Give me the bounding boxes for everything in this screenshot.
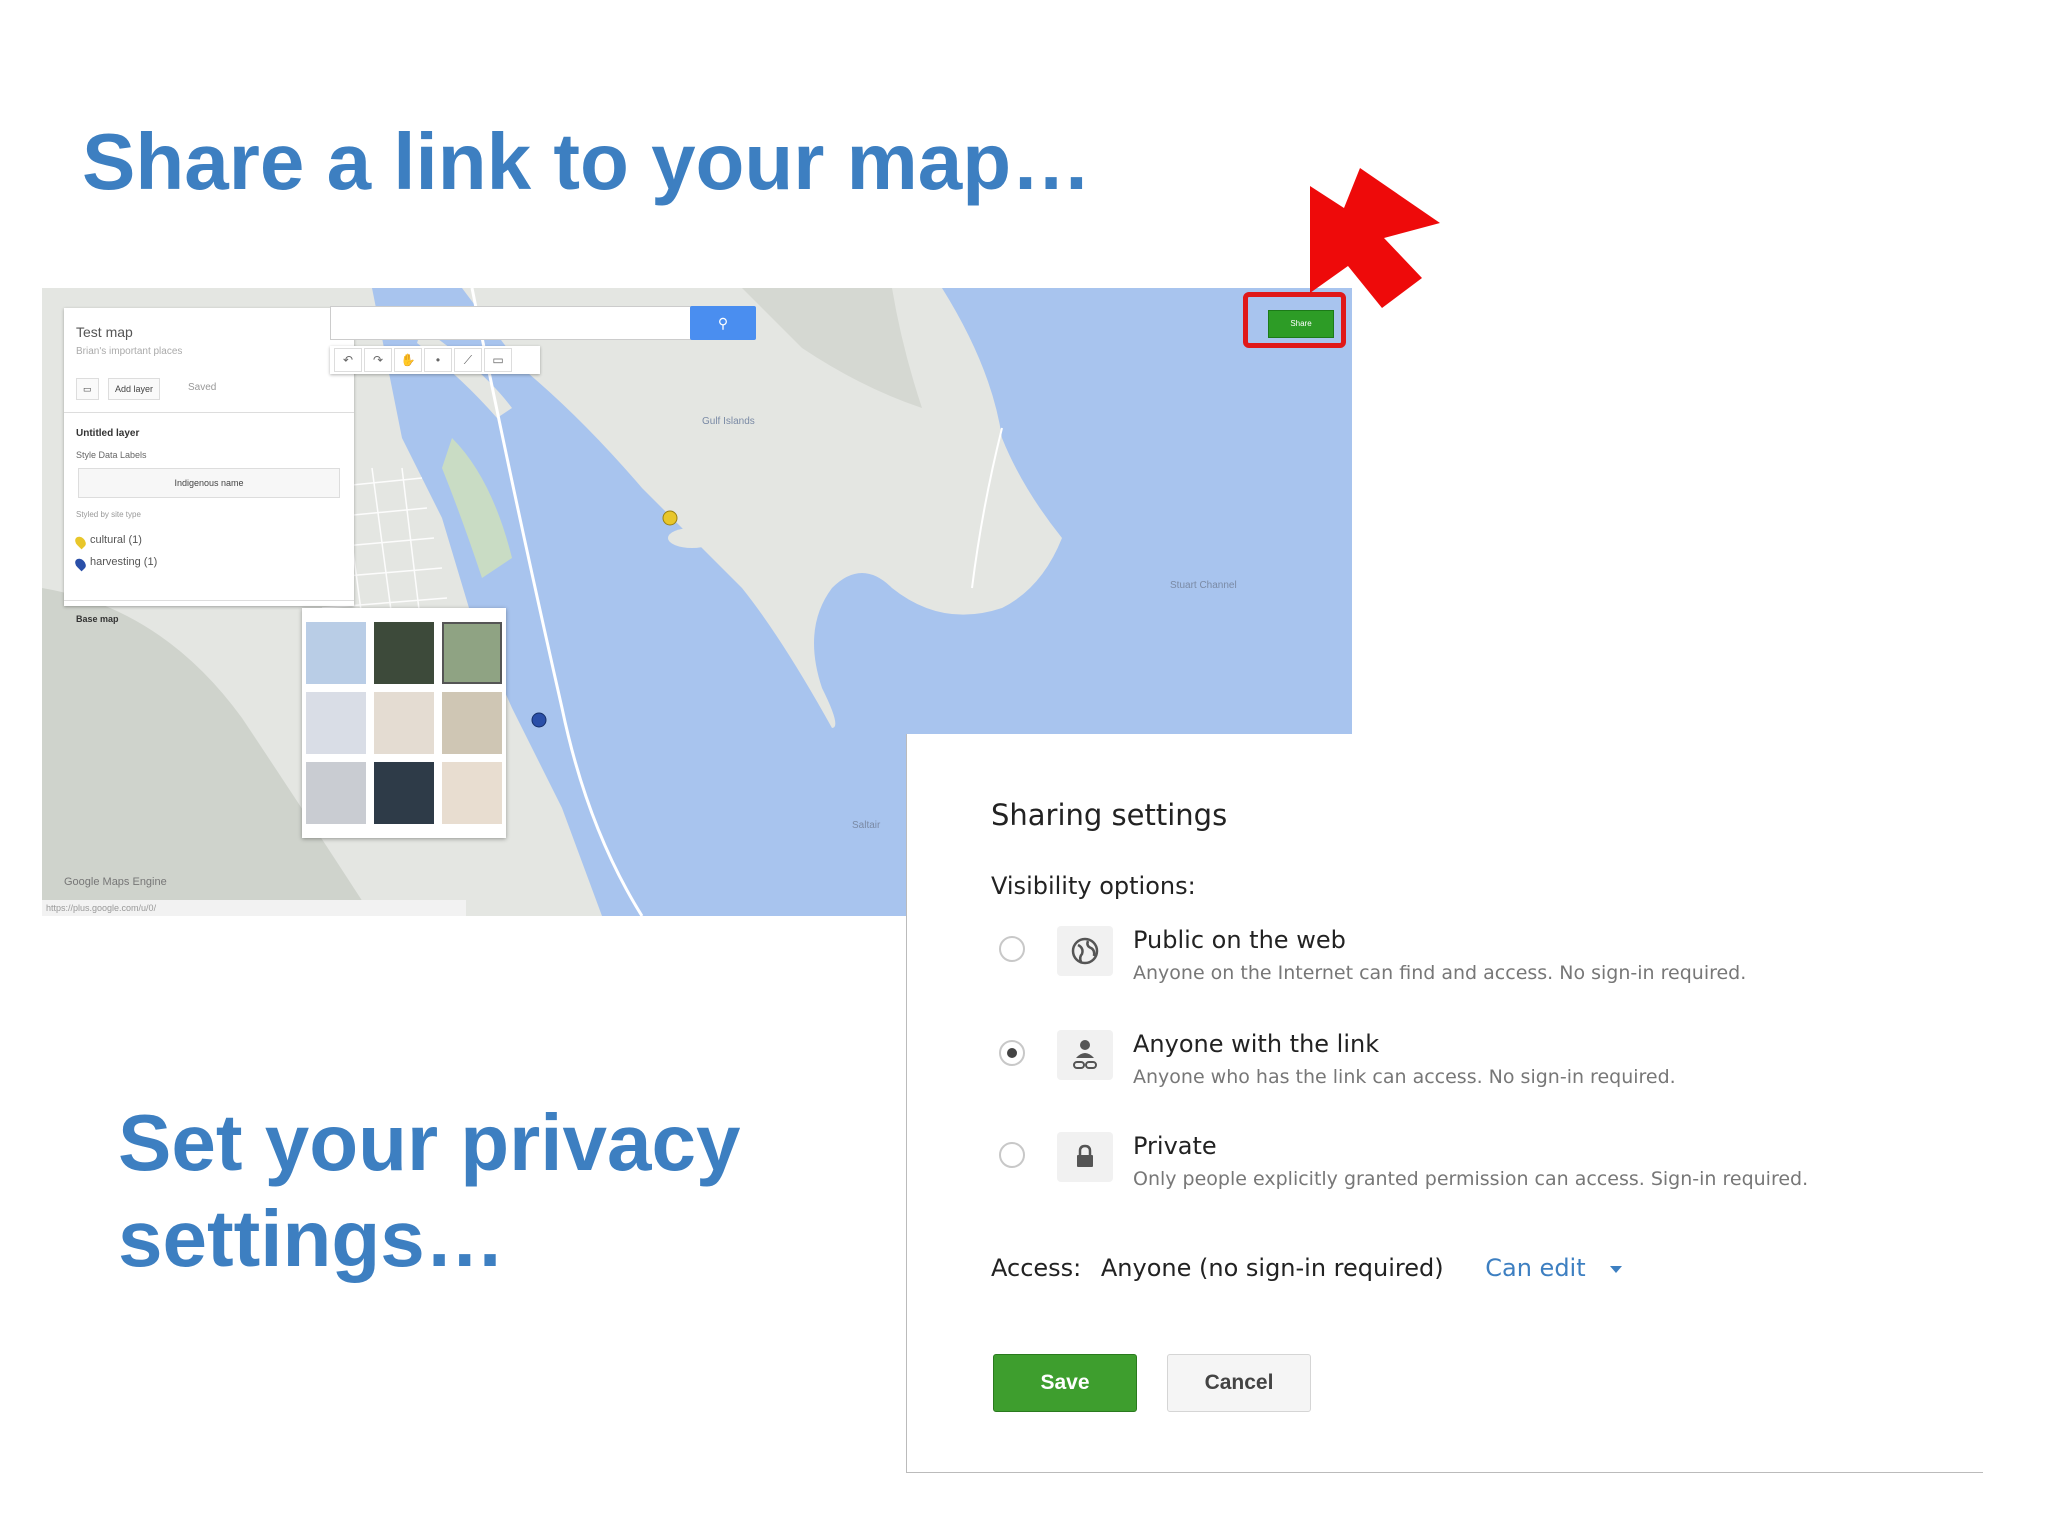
- option-private[interactable]: Private Only people explicitly granted p…: [907, 1132, 1983, 1212]
- basemap-thumb[interactable]: [374, 762, 434, 824]
- status-url: https://plus.google.com/u/0/: [42, 900, 466, 916]
- layer-name[interactable]: Untitled layer: [76, 428, 139, 439]
- marker-icon[interactable]: •: [424, 348, 452, 372]
- undo-icon[interactable]: ↶: [334, 348, 362, 372]
- dialog-title: Sharing settings: [991, 798, 1228, 832]
- folder-icon[interactable]: ▭: [76, 378, 99, 400]
- ruler-icon[interactable]: ▭: [484, 348, 512, 372]
- radio-anyone-with-link[interactable]: [999, 1040, 1025, 1066]
- divider: [64, 412, 354, 413]
- access-value: Anyone (no sign-in required): [1100, 1254, 1444, 1282]
- map-search-input[interactable]: [330, 306, 692, 340]
- option-label: Anyone with the link: [1133, 1030, 1380, 1058]
- sharing-settings-dialog: Sharing settings Visibility options: Pub…: [906, 734, 1983, 1473]
- globe-icon: [1057, 926, 1113, 976]
- save-button[interactable]: Save: [993, 1354, 1137, 1412]
- divider: [64, 600, 354, 601]
- slide-title-privacy: Set your privacy settings…: [118, 1098, 741, 1283]
- basemap-thumb[interactable]: [442, 692, 502, 754]
- layer-tabs[interactable]: Style Data Labels: [76, 450, 147, 460]
- basemap-thumb[interactable]: [442, 622, 502, 684]
- red-arrow-icon: [1310, 168, 1440, 308]
- legend-item[interactable]: cultural (1): [90, 534, 142, 546]
- search-icon[interactable]: ⚲: [690, 306, 756, 340]
- map-description[interactable]: Brian's important places: [76, 346, 182, 357]
- map-title[interactable]: Test map: [76, 324, 133, 340]
- permission-value: Can edit: [1485, 1254, 1586, 1282]
- slide-title-share: Share a link to your map…: [82, 117, 1092, 206]
- option-label: Public on the web: [1133, 926, 1346, 954]
- map-toolbar: ↶ ↷ ✋ • ⟋ ▭: [330, 346, 540, 374]
- legend-item[interactable]: harvesting (1): [90, 556, 157, 568]
- map-place-label: Stuart Channel: [1170, 580, 1237, 591]
- hand-icon[interactable]: ✋: [394, 348, 422, 372]
- basemap-thumb[interactable]: [306, 622, 366, 684]
- basemap-thumb[interactable]: [374, 622, 434, 684]
- layer-panel: Test map Brian's important places ▭ Add …: [64, 308, 354, 624]
- lock-icon: [1057, 1132, 1113, 1182]
- basemap-thumb[interactable]: [306, 692, 366, 754]
- map-place-label: Saltair: [852, 820, 881, 831]
- basemap-thumb[interactable]: [306, 762, 366, 824]
- saved-status: Saved: [188, 382, 217, 393]
- option-public[interactable]: Public on the web Anyone on the Internet…: [907, 926, 1983, 1006]
- option-description: Anyone who has the link can access. No s…: [1133, 1066, 1676, 1088]
- map-place-label: Gulf Islands: [702, 416, 755, 427]
- add-layer-button[interactable]: Add layer: [108, 378, 161, 400]
- radio-private[interactable]: [999, 1142, 1025, 1168]
- map-credit: Google Maps Engine: [64, 876, 167, 888]
- marker-yellow-icon: [73, 534, 88, 550]
- access-label: Access:: [991, 1254, 1082, 1282]
- basemap-thumb[interactable]: [442, 762, 502, 824]
- basemap-picker: [302, 608, 506, 838]
- line-icon[interactable]: ⟋: [454, 348, 482, 372]
- option-label: Private: [1133, 1132, 1217, 1160]
- radio-public[interactable]: [999, 936, 1025, 962]
- marker-blue-icon: [73, 556, 88, 572]
- cancel-button[interactable]: Cancel: [1167, 1354, 1311, 1412]
- chevron-down-icon: [1609, 1265, 1622, 1273]
- style-select[interactable]: Indigenous name: [78, 468, 340, 498]
- basemap-thumb[interactable]: [374, 692, 434, 754]
- styled-by-label: Styled by site type: [76, 510, 141, 519]
- redo-icon[interactable]: ↷: [364, 348, 392, 372]
- access-row: Access: Anyone (no sign-in required) Can…: [991, 1254, 1646, 1282]
- option-anyone-with-link[interactable]: Anyone with the link Anyone who has the …: [907, 1030, 1983, 1110]
- link-person-icon: [1057, 1030, 1113, 1080]
- permission-dropdown[interactable]: Can edit: [1485, 1254, 1633, 1282]
- option-description: Only people explicitly granted permissio…: [1133, 1168, 1809, 1190]
- visibility-label: Visibility options:: [991, 872, 1196, 900]
- base-map-label[interactable]: Base map: [76, 614, 119, 624]
- option-description: Anyone on the Internet can find and acce…: [1133, 962, 1747, 984]
